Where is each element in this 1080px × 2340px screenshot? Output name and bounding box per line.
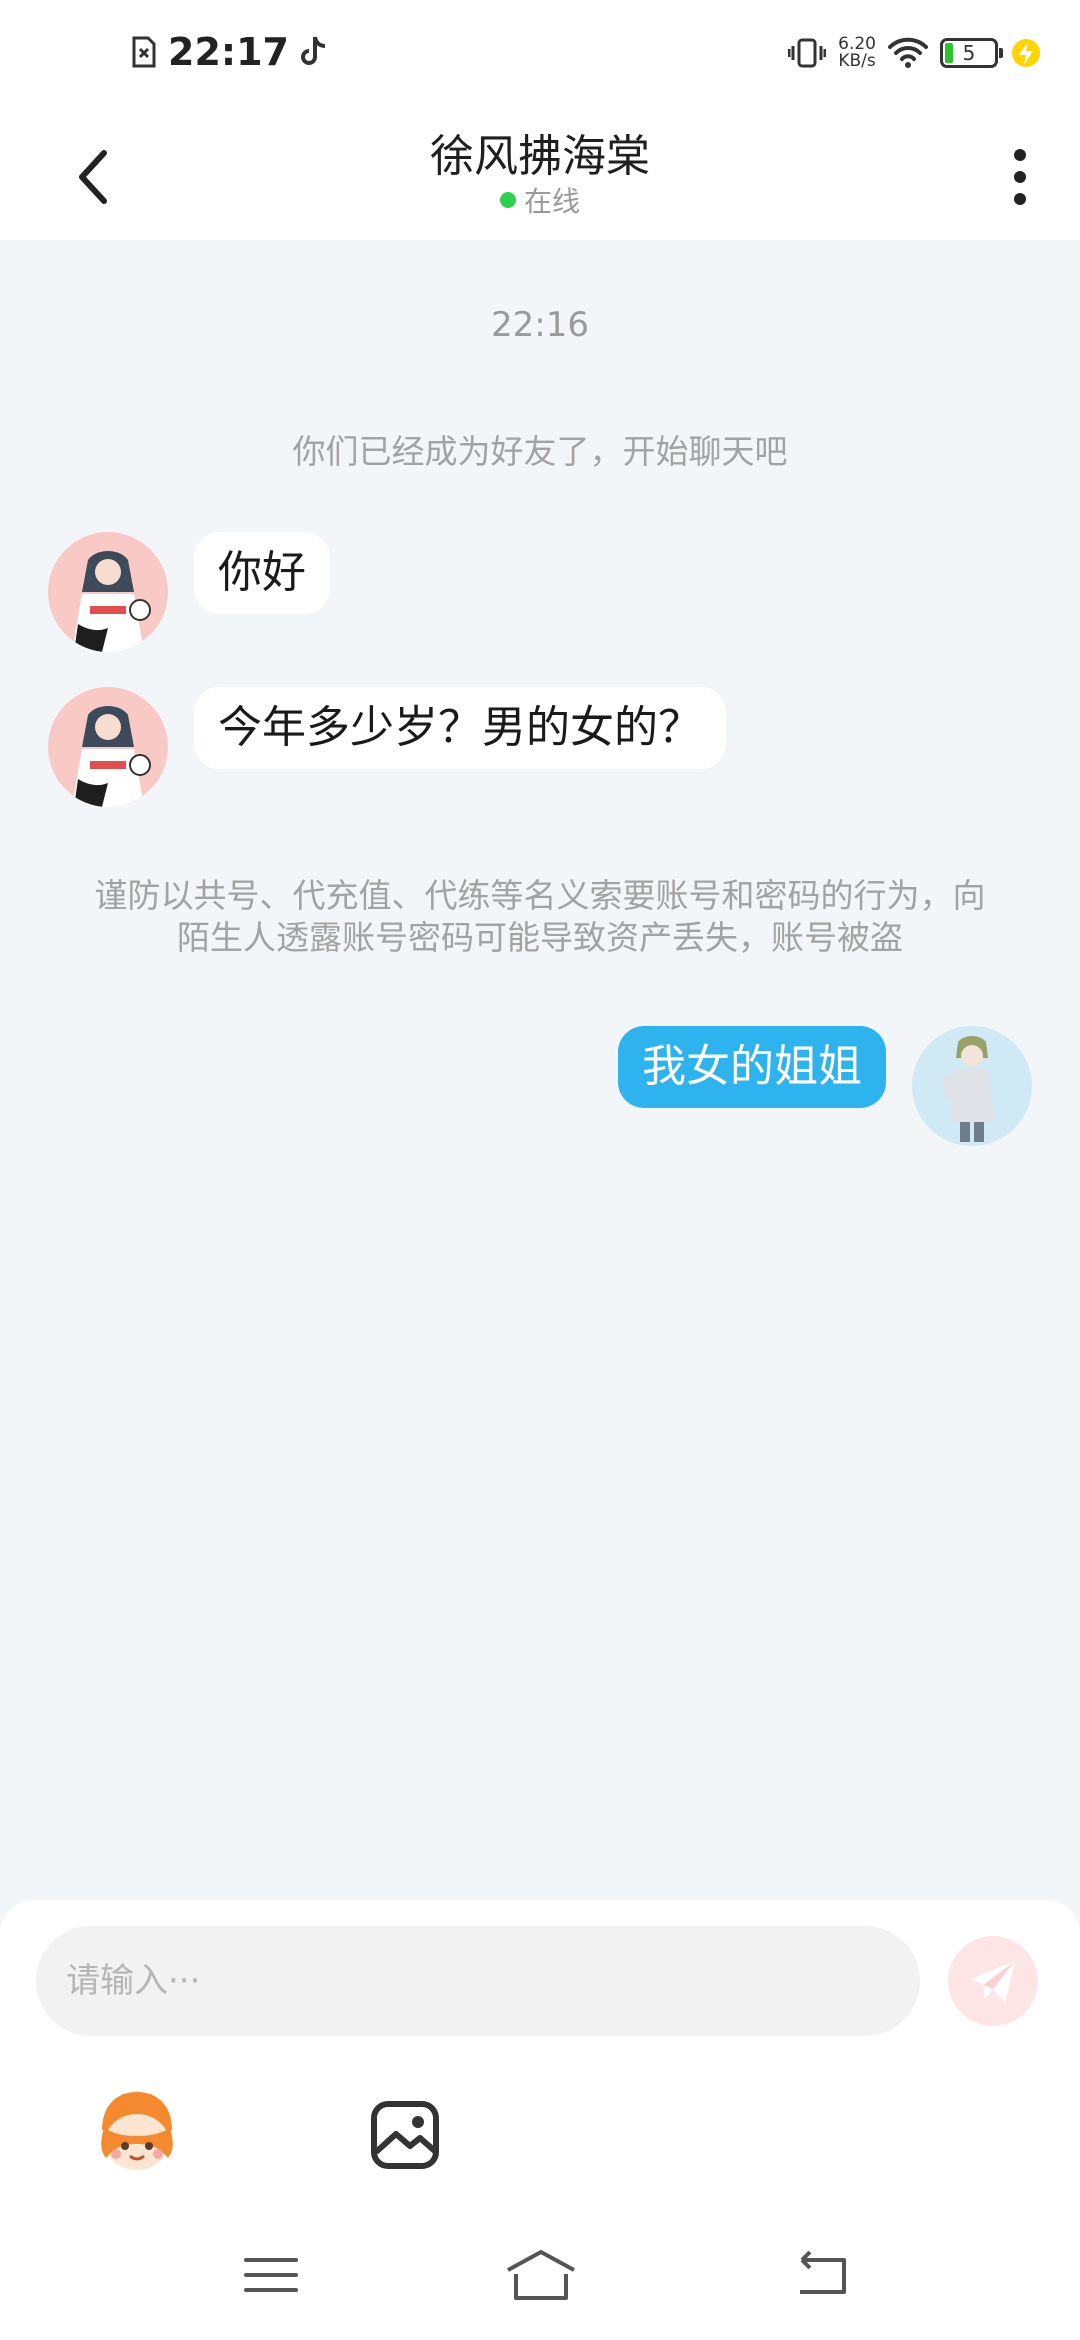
message-input[interactable] (36, 1926, 920, 2036)
message-bubble-incoming[interactable]: 今年多少岁？男的女的？ (194, 687, 726, 769)
wifi-icon (888, 37, 928, 68)
system-nav-bar (0, 2225, 1080, 2340)
battery-indicator: 5 (940, 38, 1003, 68)
nav-home-button[interactable] (496, 2240, 586, 2310)
status-left: 22:17 (130, 30, 329, 74)
nav-menu-button[interactable] (226, 2240, 316, 2310)
more-options-button[interactable] (1000, 135, 1040, 215)
menu-icon (244, 2258, 298, 2292)
net-speed: 6.20 KB/s (838, 36, 876, 70)
emoji-button[interactable] (82, 2080, 192, 2190)
chat-header: 徐风拂海棠 在线 (0, 110, 1080, 240)
status-bar: 22:17 6.20 KB/s 5 (0, 0, 1080, 110)
nav-back-button[interactable] (778, 2240, 868, 2310)
back-arrow-icon (800, 2250, 846, 2294)
security-warning: 谨防以共号、代充值、代练等名义索要账号和密码的行为，向陌生人透露账号密码可能导致… (94, 876, 986, 957)
user-avatar[interactable] (912, 1026, 1032, 1146)
battery-level: 5 (962, 41, 976, 65)
home-icon (507, 2250, 575, 2300)
message-list[interactable]: 22:16 你们已经成为好友了，开始聊天吧 你好 今年多少岁？男的女的？ 谨防以… (0, 240, 1080, 1900)
emoji-mascot-icon (101, 2092, 173, 2170)
status-right: 6.20 KB/s 5 (788, 36, 1042, 70)
message-bubble-incoming[interactable]: 你好 (194, 532, 330, 614)
vibrate-icon (788, 38, 827, 68)
tiktok-icon (301, 36, 326, 65)
contact-avatar[interactable] (48, 687, 168, 807)
net-speed-unit: KB/s (838, 51, 876, 71)
status-time: 22:17 (168, 30, 289, 74)
message-row: 我女的姐姐 (618, 1026, 1032, 1146)
contact-avatar[interactable] (48, 532, 168, 652)
send-icon (971, 1961, 1015, 2003)
sim-card-icon (132, 36, 156, 68)
composer-panel (0, 1900, 1080, 2340)
send-button[interactable] (948, 1936, 1038, 2026)
message-row: 今年多少岁？男的女的？ (48, 687, 726, 807)
message-timestamp: 22:16 (491, 305, 589, 345)
contact-name: 徐风拂海棠 (430, 131, 650, 182)
image-button[interactable] (350, 2080, 460, 2190)
online-status: 在线 (0, 180, 1080, 220)
charging-icon (1012, 39, 1040, 67)
image-icon (371, 2101, 439, 2169)
message-bubble-outgoing[interactable]: 我女的姐姐 (618, 1026, 886, 1108)
online-status-label: 在线 (523, 185, 580, 218)
system-note: 你们已经成为好友了，开始聊天吧 (292, 432, 788, 471)
online-dot-icon (499, 192, 516, 208)
message-row: 你好 (48, 532, 330, 652)
more-vertical-icon (1014, 149, 1026, 205)
